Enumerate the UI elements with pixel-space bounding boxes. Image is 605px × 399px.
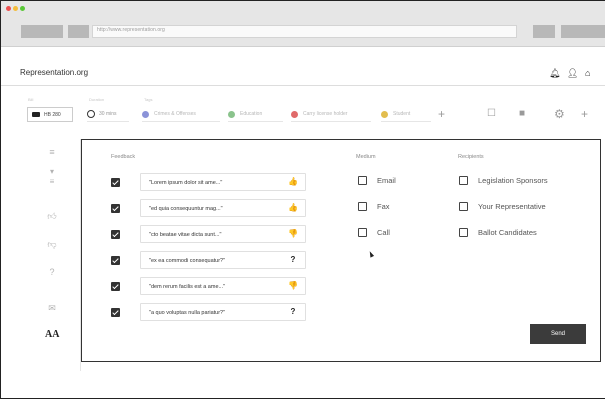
flag-icon <box>32 112 40 117</box>
recipient-option-label: Your Representative <box>478 202 546 211</box>
feedback-row: "a quo voluptas nulla pariatur?" ? <box>111 303 314 321</box>
medium-checkbox[interactable] <box>358 176 367 185</box>
add-tag-icon[interactable]: + <box>438 107 445 121</box>
bill-selector[interactable]: HB 280 <box>27 107 73 122</box>
filter-list-icon[interactable]: ▾ ≡ <box>45 167 59 187</box>
recipient-checkbox[interactable] <box>459 202 468 211</box>
question-icon[interactable]: ? <box>45 267 59 277</box>
feedback-row: "cto beatae vitae dicta sunt..." 👎 <box>111 225 314 243</box>
forward-button[interactable] <box>68 25 89 38</box>
browser-menu-button[interactable] <box>561 25 605 38</box>
feedback-checkbox[interactable] <box>111 308 120 317</box>
feedback-checkbox[interactable] <box>111 282 120 291</box>
send-button[interactable]: Send <box>530 324 586 344</box>
feedback-quote[interactable]: "dem rerum facilis est a ame..." <box>140 277 306 295</box>
sidebar: ≡ ▾ ≡ 👍︎ 👎︎ ? ✉ AA <box>27 139 81 371</box>
trash-icon[interactable]: ■ <box>519 107 525 121</box>
tag-label: Education <box>240 111 263 117</box>
tag-color-dot <box>291 110 298 118</box>
close-window-button[interactable] <box>6 6 11 11</box>
thumbs-down-icon[interactable]: 👎︎ <box>45 239 59 249</box>
tag-chip[interactable]: Student <box>381 107 431 122</box>
duration-value: 30 mins <box>99 111 117 117</box>
medium-checkbox[interactable] <box>358 202 367 211</box>
feedback-row: "dem rerum facilis est a ame..." 👎 <box>111 277 314 295</box>
minimize-window-button[interactable] <box>13 6 18 11</box>
home-icon[interactable]: ⌂ <box>585 68 590 78</box>
thumbs-up-icon[interactable]: 👍 <box>286 175 300 189</box>
browser-chrome: http://www.representation.org <box>1 1 605 47</box>
feedback-checkbox[interactable] <box>111 256 120 265</box>
feedback-row: "ed quia consequuntur mag..." 👍 <box>111 199 314 217</box>
question-icon[interactable]: ? <box>286 305 300 319</box>
bill-field-label: Bill <box>28 97 34 102</box>
bell-icon[interactable]: 🔔︎ <box>549 68 560 78</box>
thumbs-up-icon[interactable]: 👍 <box>286 201 300 215</box>
feedback-checkbox[interactable] <box>111 230 120 239</box>
bill-value: HB 280 <box>44 111 61 118</box>
feedback-quote[interactable]: "ed quia consequuntur mag..." <box>140 199 306 217</box>
feedback-panel: Feedback Medium Recipients "Lorem ipsum … <box>81 139 601 362</box>
feedback-quote[interactable]: "a quo voluptas nulla pariatur?" <box>140 303 306 321</box>
tag-color-dot <box>381 110 388 118</box>
feedback-row: "ex ea commodi consequatur?" ? <box>111 251 314 269</box>
medium-checkbox[interactable] <box>358 228 367 237</box>
feedback-quote[interactable]: "ex ea commodi consequatur?" <box>140 251 306 269</box>
bookmark-icon[interactable]: ☐ <box>487 107 496 121</box>
recipient-checkbox[interactable] <box>459 176 468 185</box>
gear-icon[interactable]: ⚙ <box>554 107 565 121</box>
bill-toolbar: Bill HB 280 Duration 30 mins Tags Crimes… <box>1 96 605 126</box>
duration-selector[interactable]: 30 mins <box>87 107 129 122</box>
tag-color-dot <box>228 110 235 118</box>
address-bar-url: http://www.representation.org <box>97 27 165 33</box>
feedback-quote[interactable]: "Lorem ipsum dolor sit ame..." <box>140 173 306 191</box>
tag-label: Crimes & Offenses <box>154 111 196 117</box>
browser-action-button[interactable] <box>533 25 555 38</box>
address-bar[interactable]: http://www.representation.org <box>92 25 517 38</box>
add-icon[interactable]: + <box>581 107 588 121</box>
tag-chip[interactable]: Education <box>228 107 283 122</box>
recipient-checkbox[interactable] <box>459 228 468 237</box>
tag-color-dot <box>142 110 149 118</box>
site-header: Representation.org 🔔︎ 👤︎ ⌂ <box>1 61 605 86</box>
tag-chip[interactable]: Crimes & Offenses <box>142 107 220 122</box>
app-window: http://www.representation.org Representa… <box>0 0 605 399</box>
text-size-icon[interactable]: AA <box>45 330 59 340</box>
feedback-quote[interactable]: "cto beatae vitae dicta sunt..." <box>140 225 306 243</box>
feedback-row: "Lorem ipsum dolor sit ame..." 👍 <box>111 173 314 191</box>
back-button[interactable] <box>21 25 63 38</box>
tag-chip[interactable]: Carry license holder <box>291 107 371 122</box>
user-icon[interactable]: 👤︎ <box>567 68 578 78</box>
medium-option-label: Fax <box>377 202 390 211</box>
site-title[interactable]: Representation.org <box>20 68 88 77</box>
question-icon[interactable]: ? <box>286 253 300 267</box>
thumbs-down-icon[interactable]: 👎 <box>286 279 300 293</box>
tag-label: Carry license holder <box>303 111 348 117</box>
tag-label: Student <box>393 111 411 117</box>
tags-field-label: Tags <box>144 97 153 102</box>
list-icon[interactable]: ≡ <box>45 147 59 157</box>
recipient-option-label: Legislation Sponsors <box>478 176 548 185</box>
medium-header: Medium <box>356 154 376 160</box>
maximize-window-button[interactable] <box>20 6 25 11</box>
thumbs-down-icon[interactable]: 👎 <box>286 227 300 241</box>
clock-icon <box>87 110 95 118</box>
mail-icon[interactable]: ✉ <box>45 303 59 313</box>
feedback-checkbox[interactable] <box>111 204 120 213</box>
recipients-header: Recipients <box>458 154 484 160</box>
feedback-checkbox[interactable] <box>111 178 120 187</box>
thumbs-up-icon[interactable]: 👍︎ <box>45 211 59 221</box>
medium-option-label: Email <box>377 176 396 185</box>
feedback-header: Feedback <box>111 154 136 160</box>
duration-field-label: Duration <box>89 97 105 102</box>
medium-option-label: Call <box>377 228 390 237</box>
recipient-option-label: Ballot Candidates <box>478 228 537 237</box>
